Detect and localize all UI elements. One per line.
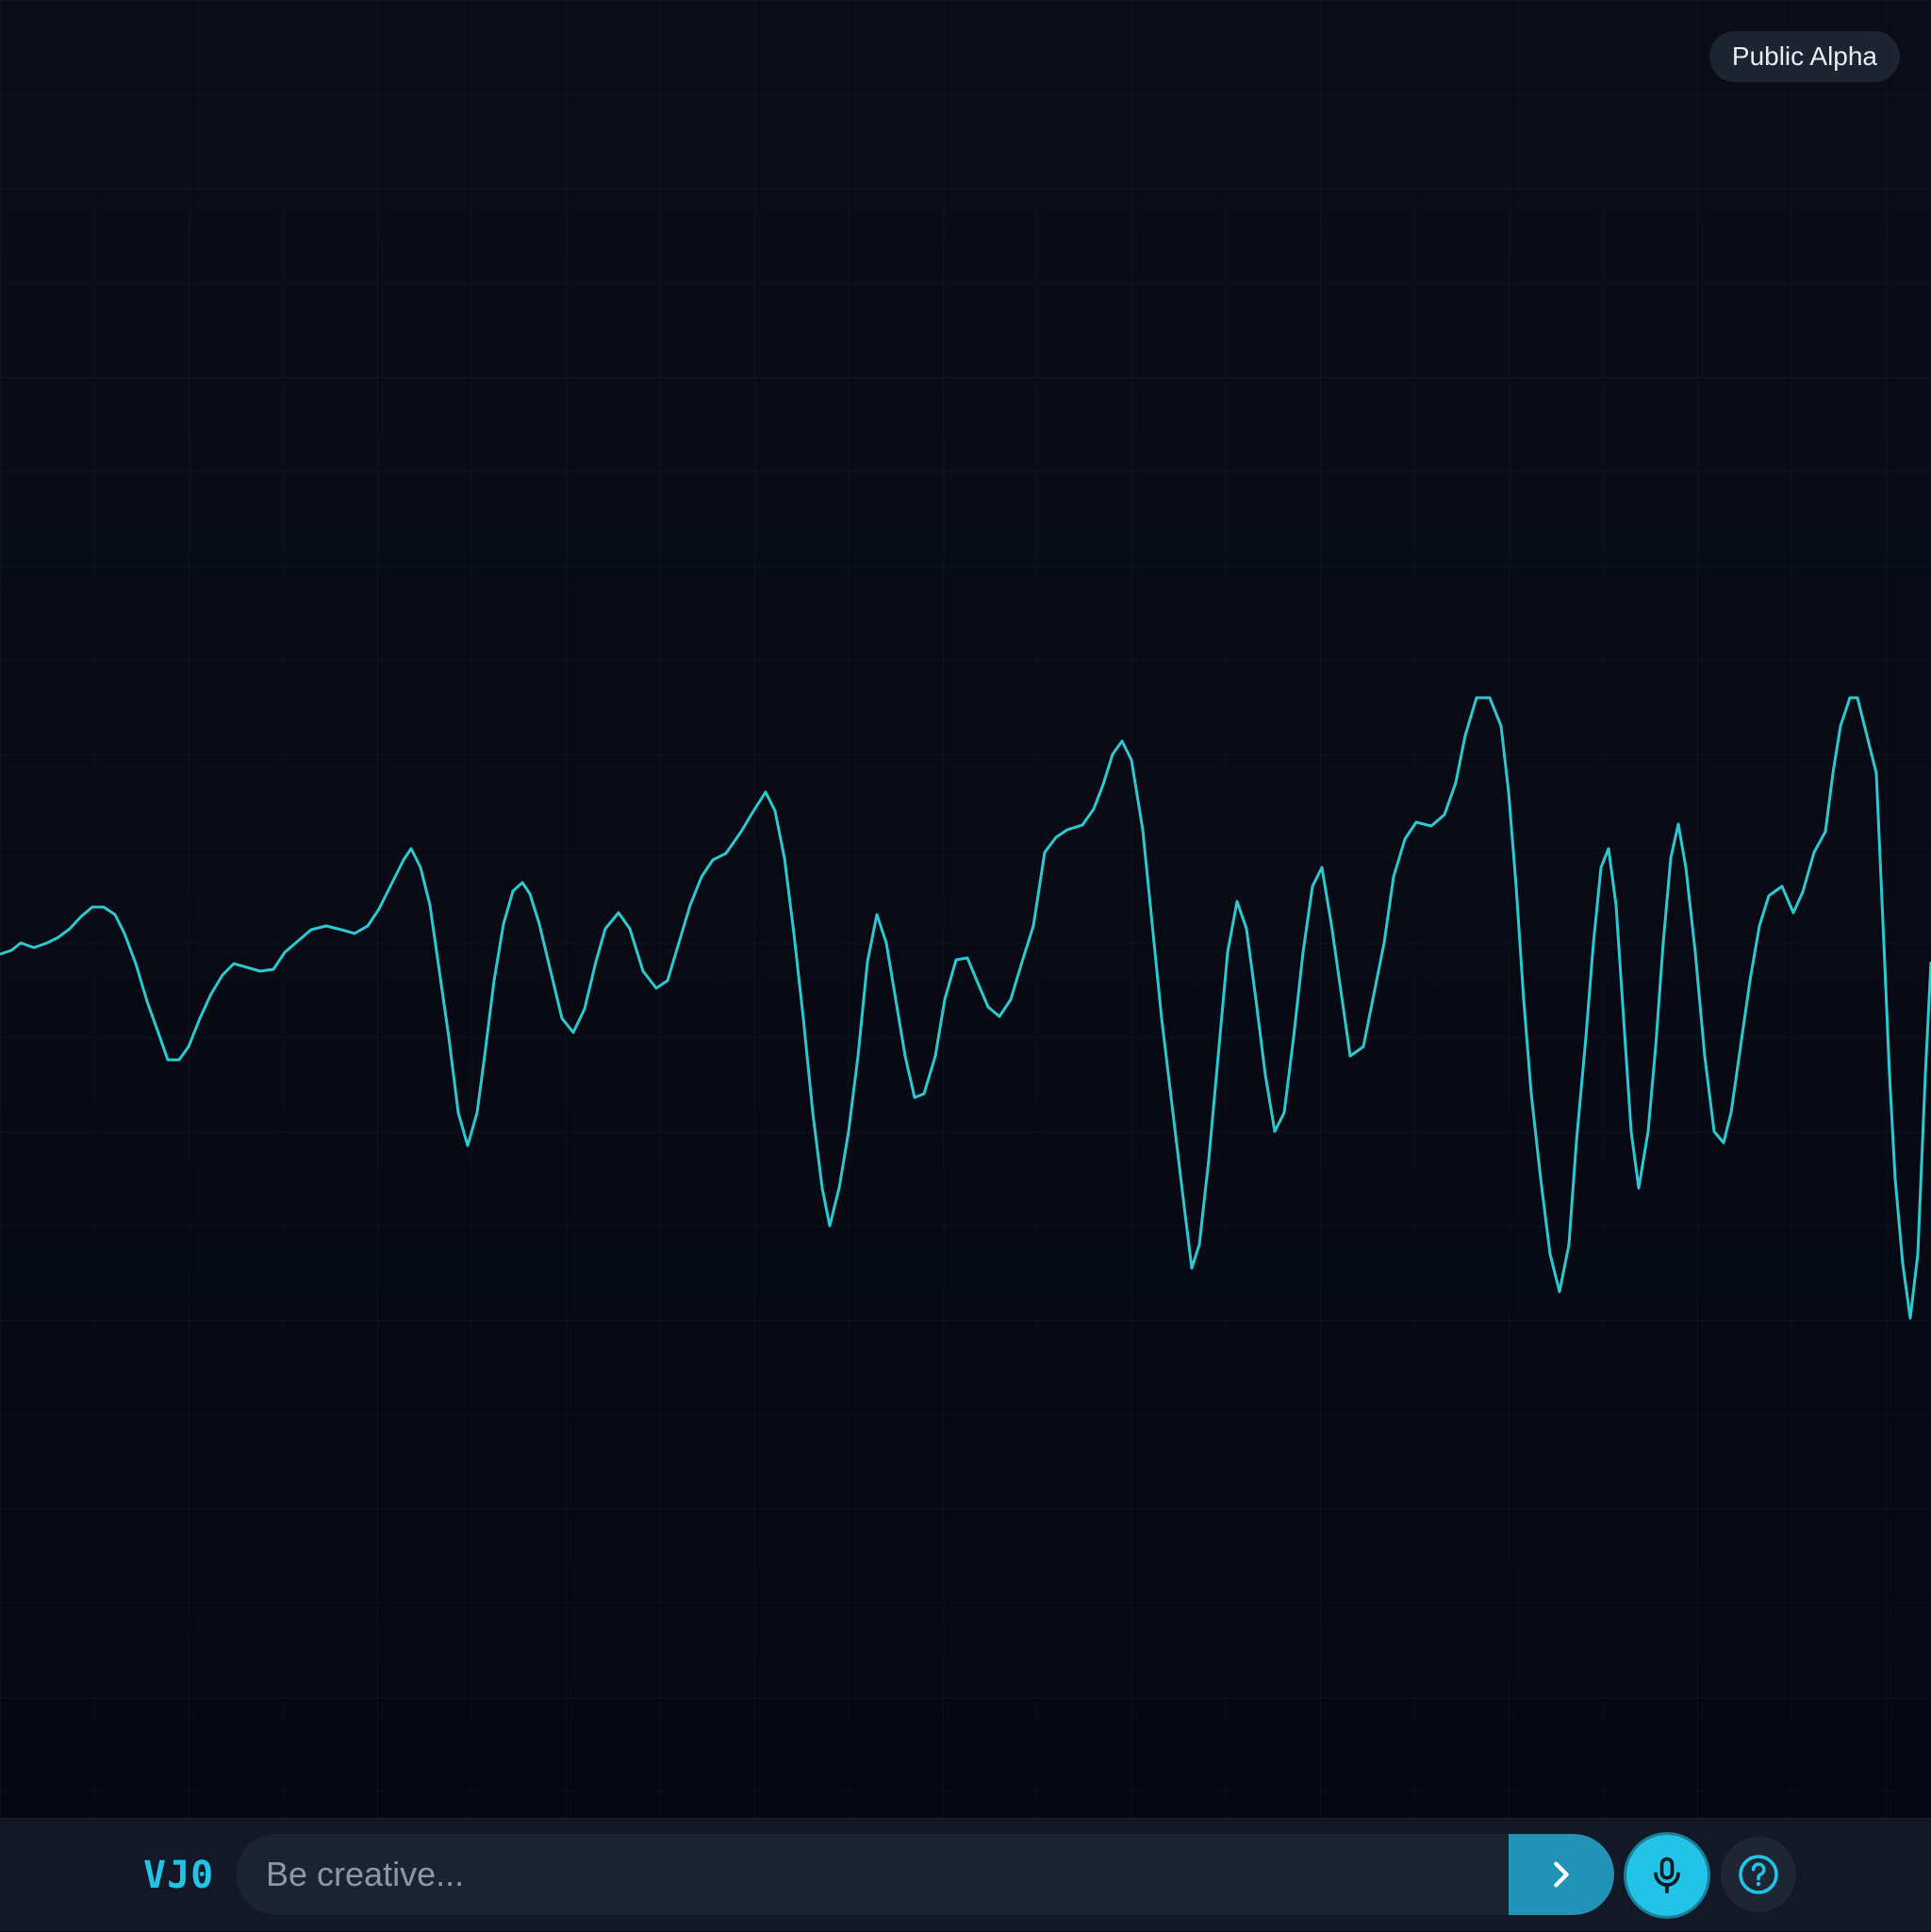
prompt-container bbox=[236, 1834, 1614, 1915]
microphone-button[interactable] bbox=[1626, 1835, 1708, 1916]
prompt-input[interactable] bbox=[236, 1834, 1509, 1915]
audio-waveform bbox=[0, 696, 1931, 1320]
help-button[interactable] bbox=[1721, 1837, 1796, 1912]
prompt-bar: VJ0 bbox=[0, 1818, 1931, 1931]
visualizer-canvas: Public Alpha bbox=[0, 0, 1931, 1818]
microphone-icon bbox=[1654, 1857, 1680, 1894]
chevron-right-icon bbox=[1554, 1861, 1569, 1888]
question-circle-icon bbox=[1739, 1855, 1778, 1894]
waveform-line bbox=[0, 696, 1931, 1320]
app-logo: VJ0 bbox=[143, 1854, 215, 1897]
send-button[interactable] bbox=[1509, 1834, 1614, 1915]
public-alpha-badge: Public Alpha bbox=[1708, 31, 1900, 82]
